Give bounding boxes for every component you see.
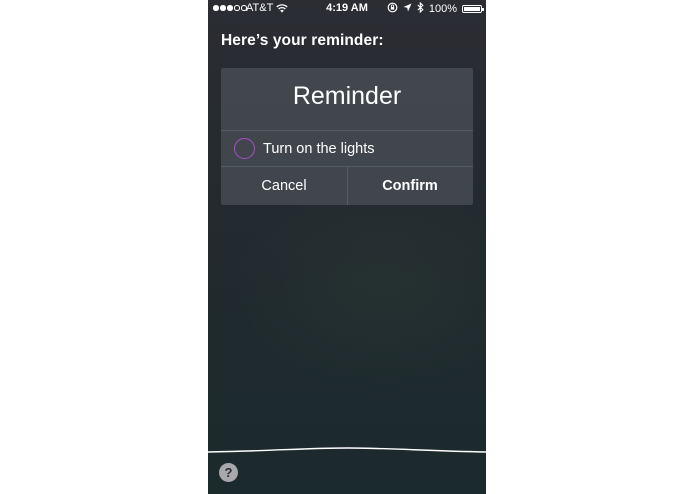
status-bar: AT&T 4:19 AM 100%: [208, 0, 486, 18]
help-icon[interactable]: ?: [219, 463, 238, 482]
phone-screen: AT&T 4:19 AM 100% Here’s your reminder: …: [208, 0, 486, 494]
cancel-button[interactable]: Cancel: [221, 167, 347, 205]
battery-percentage: 100%: [428, 3, 457, 15]
orientation-lock-icon: [387, 2, 398, 16]
battery-icon: [462, 5, 484, 13]
siri-response-text: Here’s your reminder:: [221, 32, 384, 49]
bluetooth-icon: [417, 1, 424, 16]
reminder-card: Reminder Turn on the lights Cancel Confi…: [221, 68, 473, 205]
location-arrow-icon: [403, 3, 412, 15]
reminder-item-text: Turn on the lights: [263, 141, 375, 157]
battery-level: [464, 7, 480, 11]
confirm-button[interactable]: Confirm: [347, 167, 473, 205]
reminder-checkbox[interactable]: [234, 138, 255, 159]
card-title: Reminder: [292, 82, 402, 110]
status-icons: 100%: [387, 1, 484, 16]
reminder-item[interactable]: Turn on the lights: [221, 131, 473, 167]
siri-waveform[interactable]: [208, 440, 486, 460]
